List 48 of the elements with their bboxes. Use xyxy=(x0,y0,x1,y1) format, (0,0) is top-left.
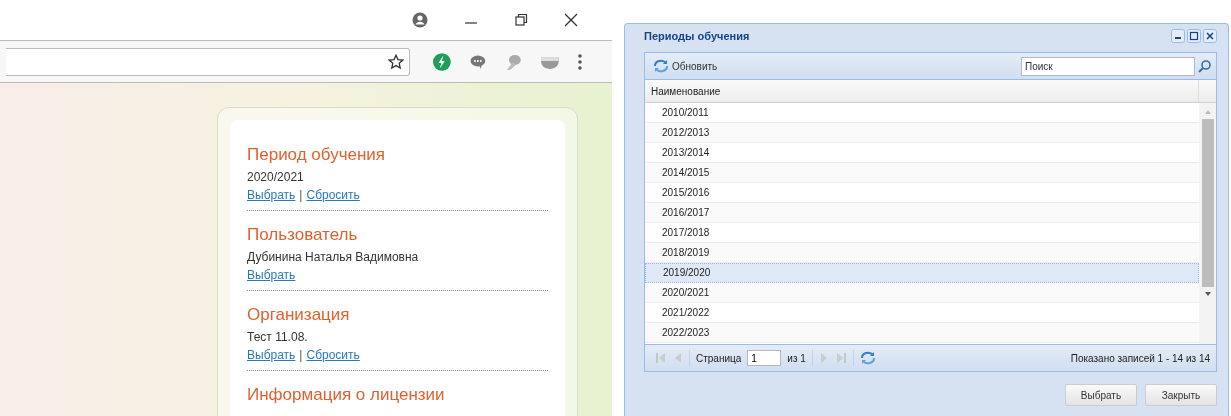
table-row[interactable]: 2016/2017 xyxy=(645,203,1199,223)
record-count: Показано записей 1 - 14 из 14 xyxy=(1070,352,1210,364)
table-row[interactable]: 2022/2023 xyxy=(645,323,1199,343)
link[interactable]: Сбросить xyxy=(306,348,360,362)
address-field[interactable] xyxy=(6,47,411,76)
dialog-title: Периоды обучения xyxy=(644,30,750,42)
select-button[interactable]: Выбрать xyxy=(1065,384,1137,406)
lightning-icon[interactable] xyxy=(433,52,451,71)
scrollbar[interactable] xyxy=(1199,103,1216,344)
close-icon[interactable] xyxy=(564,13,578,27)
table-row[interactable]: 2020/2021 xyxy=(645,283,1199,303)
menu-icon[interactable] xyxy=(578,53,582,70)
link[interactable]: Выбрать xyxy=(247,268,296,282)
table-row[interactable]: 2018/2019 xyxy=(645,243,1199,263)
section-title: Информация о лицензии xyxy=(247,385,446,405)
search-icon[interactable] xyxy=(1198,59,1212,73)
table-row[interactable]: 2019/2020 xyxy=(645,263,1199,283)
chat-bubble-icon[interactable] xyxy=(469,54,486,69)
page-count: из 1 xyxy=(787,352,806,364)
refresh-icon xyxy=(653,59,669,73)
extension-icon[interactable] xyxy=(504,52,523,71)
close-icon[interactable] xyxy=(1203,29,1217,43)
section-title: Пользователь xyxy=(247,225,359,245)
table-row[interactable]: 2014/2015 xyxy=(645,163,1199,183)
account-icon[interactable] xyxy=(412,12,428,28)
page-label: Страница xyxy=(696,352,742,364)
extension-icon[interactable] xyxy=(541,54,560,69)
refresh-icon[interactable] xyxy=(859,351,876,365)
section-title: Период обучения xyxy=(247,145,387,165)
table-row[interactable]: 2012/2013 xyxy=(645,123,1199,143)
maximize-icon[interactable] xyxy=(1187,29,1201,43)
search-field[interactable]: Поиск xyxy=(1021,56,1195,76)
page-input[interactable]: 1 xyxy=(747,350,782,366)
section-value: 2020/2021 xyxy=(247,170,305,184)
link-separator: | xyxy=(299,348,303,362)
link[interactable]: Выбрать xyxy=(247,188,296,202)
minimize-icon[interactable] xyxy=(1171,29,1185,43)
refresh-button[interactable]: Обновить xyxy=(653,59,718,73)
link-separator: | xyxy=(299,188,303,202)
link[interactable]: Выбрать xyxy=(247,348,296,362)
restore-icon[interactable] xyxy=(514,13,528,27)
scroll-down-arrow-icon[interactable] xyxy=(1203,291,1212,297)
link[interactable]: Сбросить xyxy=(306,188,360,202)
section-title: Организация xyxy=(247,305,351,325)
section-value: Дубинина Наталья Вадимовна xyxy=(247,250,420,264)
section-value: Тест 11.08. xyxy=(247,330,309,344)
close-button[interactable]: Закрыть xyxy=(1145,384,1217,406)
star-icon[interactable] xyxy=(388,53,405,70)
